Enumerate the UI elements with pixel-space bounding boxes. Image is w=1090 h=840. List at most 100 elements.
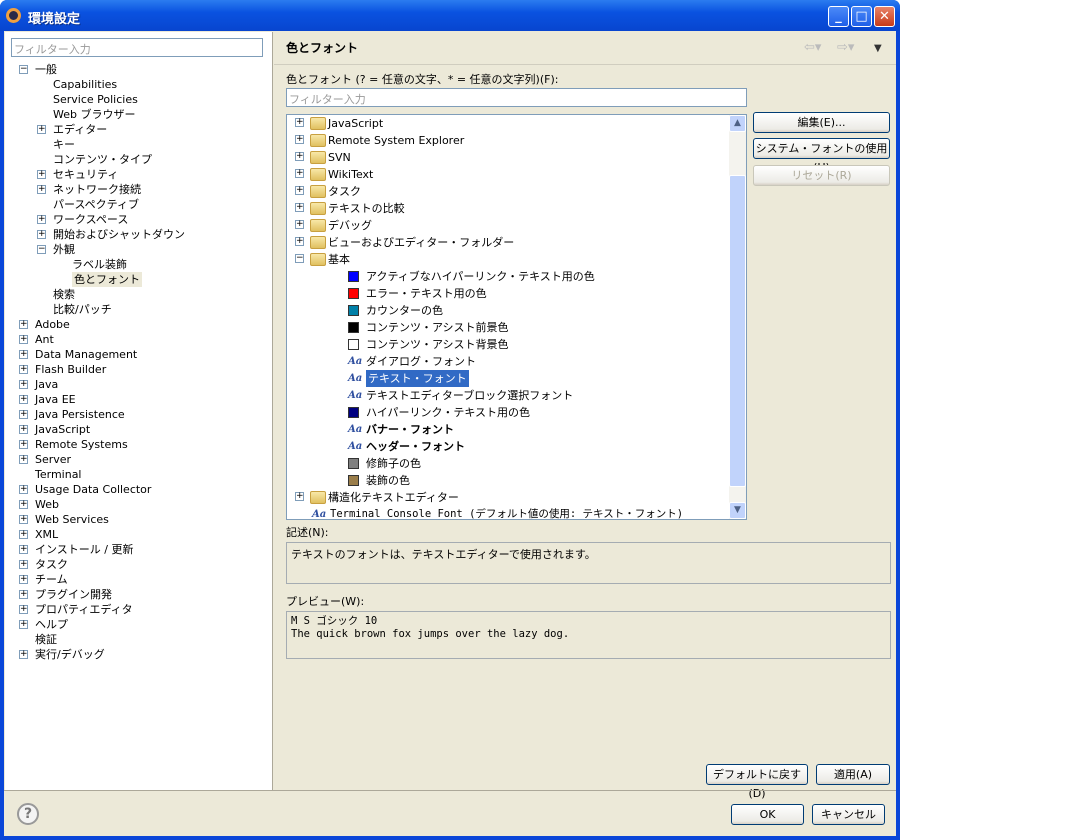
ok-button[interactable]: OK [731,804,804,825]
expand-icon[interactable]: + [19,320,28,329]
tree-item[interactable]: + 構造化テキストエディター [287,489,746,506]
nav-tree-item[interactable]: + Remote Systems [5,437,271,452]
tree-item[interactable]: Aa テキストエディターブロック選択フォント [287,387,746,404]
expand-icon[interactable]: + [19,500,28,509]
nav-tree-item[interactable]: + Flash Builder [5,362,271,377]
scroll-down-icon[interactable]: ▼ [729,502,746,519]
expand-icon[interactable]: + [19,335,28,344]
title-bar[interactable]: 環境設定 _ □ ✕ [0,0,900,31]
nav-tree-item[interactable]: コンテンツ・タイプ [5,152,271,167]
expand-icon[interactable]: + [295,152,304,161]
expand-icon[interactable]: + [19,605,28,614]
tree-item[interactable]: Aa ヘッダー・フォント [287,438,746,455]
nav-tree-item[interactable]: + XML [5,527,271,542]
expand-icon[interactable]: + [295,186,304,195]
nav-tree-item[interactable]: + Web [5,497,271,512]
nav-tree-item[interactable]: + Java Persistence [5,407,271,422]
nav-tree-item[interactable]: Service Policies [5,92,271,107]
nav-tree-item[interactable]: + プラグイン開発 [5,587,271,602]
forward-arrow-icon[interactable]: ⇨▾ [837,40,854,55]
tree-item[interactable]: 装飾の色 [287,472,746,489]
nav-tree-item[interactable]: + Ant [5,332,271,347]
expand-icon[interactable]: + [295,203,304,212]
collapse-icon[interactable]: − [19,65,28,74]
expand-icon[interactable]: + [37,125,46,134]
use-system-font-button[interactable]: システム・フォントの使用(U) [753,138,890,174]
cancel-button[interactable]: キャンセル [812,804,885,825]
tree-item[interactable]: + タスク [287,183,746,200]
nav-tree-item[interactable]: − 外観 [5,242,271,257]
tree-item[interactable]: + デバッグ [287,217,746,234]
restore-defaults-button[interactable]: デフォルトに戻す(D) [706,764,808,800]
nav-tree-item[interactable]: 比較/パッチ [5,302,271,317]
nav-tree-item[interactable]: + セキュリティ [5,167,271,182]
expand-icon[interactable]: + [19,380,28,389]
nav-tree-item[interactable]: パースペクティブ [5,197,271,212]
expand-icon[interactable]: + [19,365,28,374]
expand-icon[interactable]: + [19,395,28,404]
nav-tree-item[interactable]: キー [5,137,271,152]
nav-tree-item[interactable]: + Usage Data Collector [5,482,271,497]
tree-item[interactable]: Aa Terminal Console Font (デフォルト値の使用: テキスト… [287,506,746,519]
expand-icon[interactable]: + [295,492,304,501]
tree-item[interactable]: + JavaScript [287,115,746,132]
nav-tree-item[interactable]: + 開始およびシャットダウン [5,227,271,242]
expand-icon[interactable]: + [295,169,304,178]
scroll-up-icon[interactable]: ▲ [729,115,746,132]
nav-tree-item[interactable]: + Server [5,452,271,467]
reset-button[interactable]: リセット(R) [753,165,890,186]
back-arrow-icon[interactable]: ⇦▾ [804,40,821,55]
expand-icon[interactable]: + [19,515,28,524]
expand-icon[interactable]: + [37,185,46,194]
expand-icon[interactable]: + [37,215,46,224]
tree-item[interactable]: コンテンツ・アシスト前景色 [287,319,746,336]
nav-filter-input[interactable]: フィルター入力 [11,38,263,57]
expand-icon[interactable]: + [295,237,304,246]
nav-tree-item[interactable]: Web ブラウザー [5,107,271,122]
tree-item[interactable]: Aa テキスト・フォント [287,370,746,387]
expand-icon[interactable]: + [295,118,304,127]
expand-icon[interactable]: + [19,590,28,599]
nav-tree-item[interactable]: + Adobe [5,317,271,332]
nav-tree-item[interactable]: + Java EE [5,392,271,407]
edit-button[interactable]: 編集(E)... [753,112,890,133]
color-filter-input[interactable]: フィルター入力 [286,88,747,107]
nav-tree-item[interactable]: + タスク [5,557,271,572]
vertical-scrollbar[interactable]: ▲ ▼ [729,115,746,519]
expand-icon[interactable]: + [19,440,28,449]
expand-icon[interactable]: + [19,485,28,494]
tree-item[interactable]: + Remote System Explorer [287,132,746,149]
nav-tree-item[interactable]: − 一般 [5,62,271,77]
nav-tree-item[interactable]: + インストール / 更新 [5,542,271,557]
tree-item[interactable]: + テキストの比較 [287,200,746,217]
expand-icon[interactable]: + [19,620,28,629]
collapse-icon[interactable]: − [37,245,46,254]
tree-item[interactable]: + WikiText [287,166,746,183]
nav-tree-item[interactable]: + エディター [5,122,271,137]
nav-tree-item[interactable]: Capabilities [5,77,271,92]
nav-tree-item[interactable]: + プロパティエディタ [5,602,271,617]
nav-tree-item[interactable]: 検証 [5,632,271,647]
view-menu-icon[interactable]: ▼ [874,43,882,54]
minimize-button[interactable]: _ [828,6,849,27]
expand-icon[interactable]: + [295,220,304,229]
tree-item[interactable]: − 基本 [287,251,746,268]
tree-item[interactable]: + SVN [287,149,746,166]
tree-item[interactable]: 修飾子の色 [287,455,746,472]
expand-icon[interactable]: + [19,425,28,434]
nav-tree-item[interactable]: 色とフォント [5,272,271,287]
apply-button[interactable]: 適用(A) [816,764,890,785]
expand-icon[interactable]: + [19,410,28,419]
tree-item[interactable]: アクティブなハイパーリンク・テキスト用の色 [287,268,746,285]
maximize-button[interactable]: □ [851,6,872,27]
expand-icon[interactable]: + [37,170,46,179]
expand-icon[interactable]: + [19,455,28,464]
nav-tree-item[interactable]: 検索 [5,287,271,302]
expand-icon[interactable]: + [19,650,28,659]
expand-icon[interactable]: + [295,135,304,144]
nav-tree-item[interactable]: + Web Services [5,512,271,527]
tree-item[interactable]: コンテンツ・アシスト背景色 [287,336,746,353]
expand-icon[interactable]: + [19,350,28,359]
expand-icon[interactable]: + [19,560,28,569]
tree-item[interactable]: + ビューおよびエディター・フォルダー [287,234,746,251]
